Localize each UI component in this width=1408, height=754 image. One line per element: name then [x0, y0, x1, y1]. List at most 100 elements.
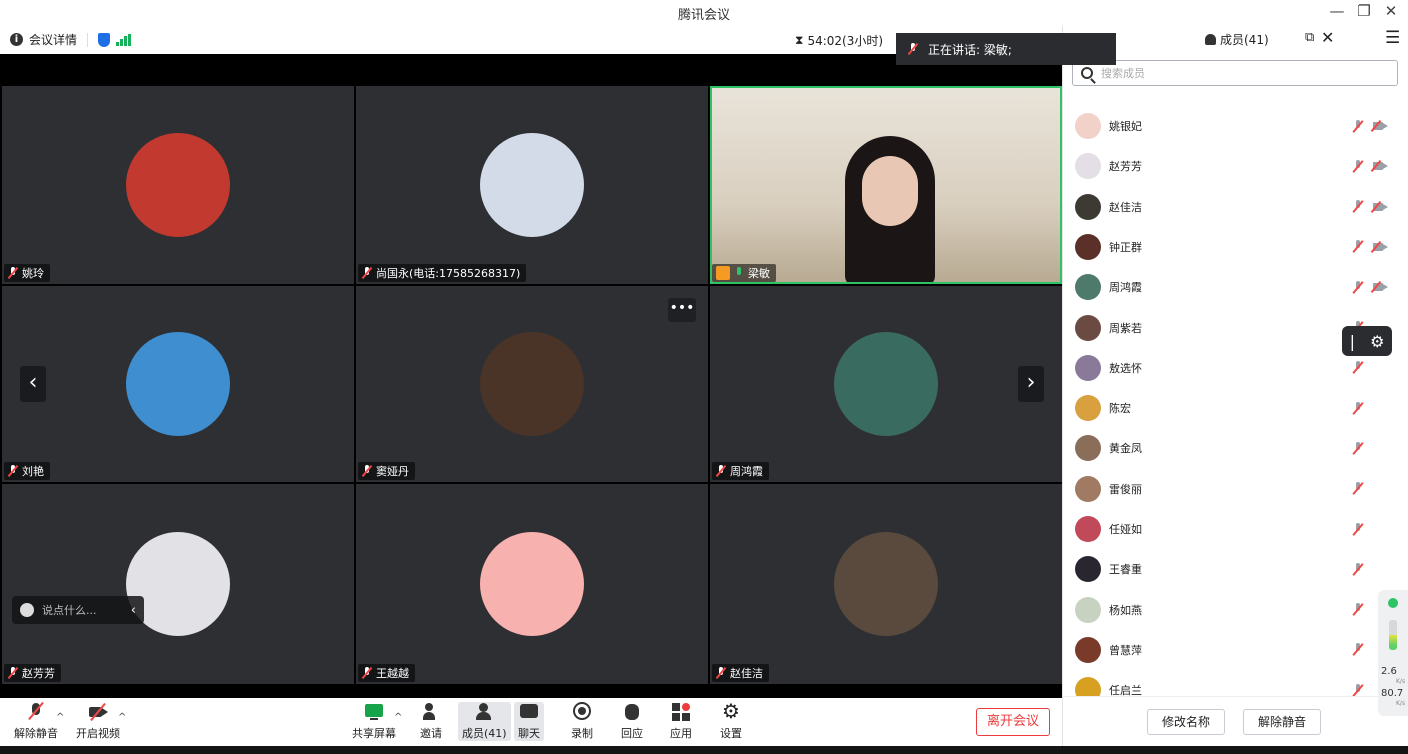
chat-icon — [518, 702, 540, 722]
member-row[interactable]: 任启兰 — [1063, 670, 1408, 696]
speaking-indicator: 正在讲话: 梁敏; — [896, 33, 1116, 65]
member-row[interactable]: 周鸿霞 — [1063, 267, 1408, 307]
member-name: 王睿重 — [1109, 563, 1142, 577]
tile-more-button[interactable]: ••• — [668, 298, 696, 322]
restore-button[interactable]: ❐ — [1350, 2, 1378, 20]
meeting-timer[interactable]: ⧗ 54:02(3小时) — [795, 32, 883, 49]
floating-settings[interactable]: | ⚙ — [1342, 326, 1392, 356]
next-page-button[interactable]: › — [1018, 366, 1044, 402]
security-shield-icon[interactable] — [98, 32, 111, 47]
start-video-button[interactable]: 开启视频 — [76, 702, 120, 741]
video-tile[interactable]: 王越越 — [356, 484, 708, 684]
search-placeholder[interactable]: 搜索成员 — [1101, 65, 1145, 81]
member-row[interactable]: 陈宏 — [1063, 388, 1408, 428]
member-avatar — [1075, 314, 1101, 341]
member-row[interactable]: 雷俊丽 — [1063, 469, 1408, 509]
collapse-chat-icon[interactable]: ‹ — [131, 603, 136, 618]
member-mic-muted-icon[interactable] — [1353, 361, 1363, 374]
member-mic-muted-icon[interactable] — [1353, 119, 1363, 133]
unmute-all-button[interactable]: 解除静音 — [1243, 709, 1321, 735]
chat-button[interactable]: 聊天 — [514, 702, 544, 741]
meeting-details-link[interactable]: 会议详情 — [29, 31, 77, 48]
member-row[interactable]: 曾慧萍 — [1063, 630, 1408, 670]
close-window-button[interactable]: ✕ — [1377, 2, 1405, 20]
prev-page-button[interactable]: ‹ — [20, 366, 46, 402]
participant-avatar — [126, 332, 230, 436]
member-mic-muted-icon[interactable] — [1353, 401, 1363, 415]
member-mic-muted-icon[interactable] — [1353, 522, 1363, 536]
member-row[interactable]: 姚银妃 — [1063, 106, 1408, 146]
speaking-label: 正在讲话: — [928, 42, 981, 57]
member-mic-muted-icon[interactable] — [1353, 482, 1363, 495]
audio-options-caret-icon[interactable]: ^ — [56, 712, 64, 723]
mic-muted-icon — [362, 267, 372, 279]
os-taskbar — [0, 746, 1408, 754]
member-mic-muted-icon[interactable] — [1353, 683, 1363, 696]
video-tile[interactable]: 周鸿霞 — [710, 286, 1062, 482]
record-button[interactable]: 录制 — [571, 702, 593, 741]
minimize-button[interactable]: — — [1323, 2, 1351, 20]
share-screen-button[interactable]: 共享屏幕 — [352, 702, 396, 741]
video-options-caret-icon[interactable]: ^ — [118, 712, 126, 723]
timer-text: 54:02(3小时) — [807, 34, 884, 48]
react-label: 回应 — [621, 727, 643, 740]
participant-name: 姚玲 — [22, 267, 44, 280]
react-button[interactable]: 回应 — [621, 702, 643, 741]
video-tile[interactable]: 赵芳芳 — [2, 484, 354, 684]
member-row[interactable]: 钟正群 — [1063, 227, 1408, 267]
member-search-input[interactable]: 搜索成员 — [1072, 60, 1398, 86]
drag-handle-icon[interactable]: | — [1350, 332, 1355, 351]
mic-muted-icon — [362, 465, 372, 477]
leave-meeting-button[interactable]: 离开会议 — [976, 708, 1050, 736]
quick-chat-box[interactable]: 说点什么... ‹ — [12, 596, 144, 624]
invite-button[interactable]: 邀请 — [420, 702, 442, 741]
video-tile[interactable]: 尚国永(电话:17585268317) — [356, 86, 708, 284]
panel-menu-icon[interactable]: ☰ — [1385, 28, 1400, 48]
member-mic-muted-icon[interactable] — [1353, 280, 1363, 294]
download-unit: K/s — [1396, 678, 1406, 685]
quick-chat-placeholder[interactable]: 说点什么... — [42, 602, 97, 618]
member-mic-muted-icon[interactable] — [1353, 200, 1363, 213]
video-tile[interactable]: 刘艳 — [2, 286, 354, 482]
member-row[interactable]: 赵佳洁 — [1063, 187, 1408, 227]
popout-icon[interactable]: ⧉ — [1305, 30, 1314, 45]
member-mic-muted-icon[interactable] — [1353, 562, 1363, 576]
mic-muted-icon — [8, 465, 18, 477]
settings-button[interactable]: ⚙ 设置 — [720, 701, 742, 741]
member-mic-muted-icon[interactable] — [1353, 603, 1363, 616]
member-avatar — [1075, 153, 1101, 180]
network-signal-icon[interactable] — [116, 33, 132, 46]
member-mic-muted-icon[interactable] — [1353, 643, 1363, 656]
gear-icon[interactable]: ⚙ — [1370, 332, 1384, 351]
rename-button[interactable]: 修改名称 — [1147, 709, 1225, 735]
member-mic-muted-icon[interactable] — [1353, 240, 1363, 253]
member-row[interactable]: 黄金凤 — [1063, 428, 1408, 468]
participant-nametag: 赵佳洁 — [712, 664, 769, 682]
share-options-caret-icon[interactable]: ^ — [394, 712, 402, 723]
member-mic-muted-icon[interactable] — [1353, 159, 1363, 173]
member-avatar — [1075, 274, 1101, 301]
video-tile[interactable]: 梁敏 — [710, 86, 1062, 284]
video-tile[interactable]: 窦娅丹 ••• — [356, 286, 708, 482]
divider — [87, 32, 89, 47]
close-panel-icon[interactable]: ✕ — [1321, 28, 1334, 47]
video-tile[interactable]: 姚玲 — [2, 86, 354, 284]
member-mic-muted-icon[interactable] — [1353, 441, 1363, 455]
network-status-widget[interactable]: 2.6 K/s 80.7 K/s — [1378, 590, 1408, 716]
participant-nametag: 尚国永(电话:17585268317) — [358, 264, 527, 282]
member-row[interactable]: 王睿重 — [1063, 549, 1408, 589]
member-row[interactable]: 任娅如 — [1063, 509, 1408, 549]
info-icon[interactable]: i — [10, 33, 23, 46]
member-row[interactable]: 杨如燕 — [1063, 590, 1408, 630]
member-avatar — [1075, 354, 1101, 381]
member-row[interactable]: 赵芳芳 — [1063, 146, 1408, 186]
host-icon — [716, 266, 730, 280]
video-tile[interactable]: 赵佳洁 — [710, 484, 1062, 684]
member-list[interactable]: 姚银妃 赵芳芳 赵佳洁 钟正群 周鸿霞 周紫若 敖选怀 陈宏 黄金凤 雷俊丽 任娅如 王睿重 杨如燕 曾慧… — [1063, 92, 1408, 696]
apps-button[interactable]: 应用 — [670, 702, 692, 741]
participant-nametag: 刘艳 — [4, 462, 50, 480]
search-icon — [1081, 67, 1093, 79]
unmute-button[interactable]: 解除静音 — [14, 701, 58, 741]
emoji-icon[interactable] — [20, 603, 34, 617]
members-button[interactable]: 成员(41) — [458, 702, 511, 741]
